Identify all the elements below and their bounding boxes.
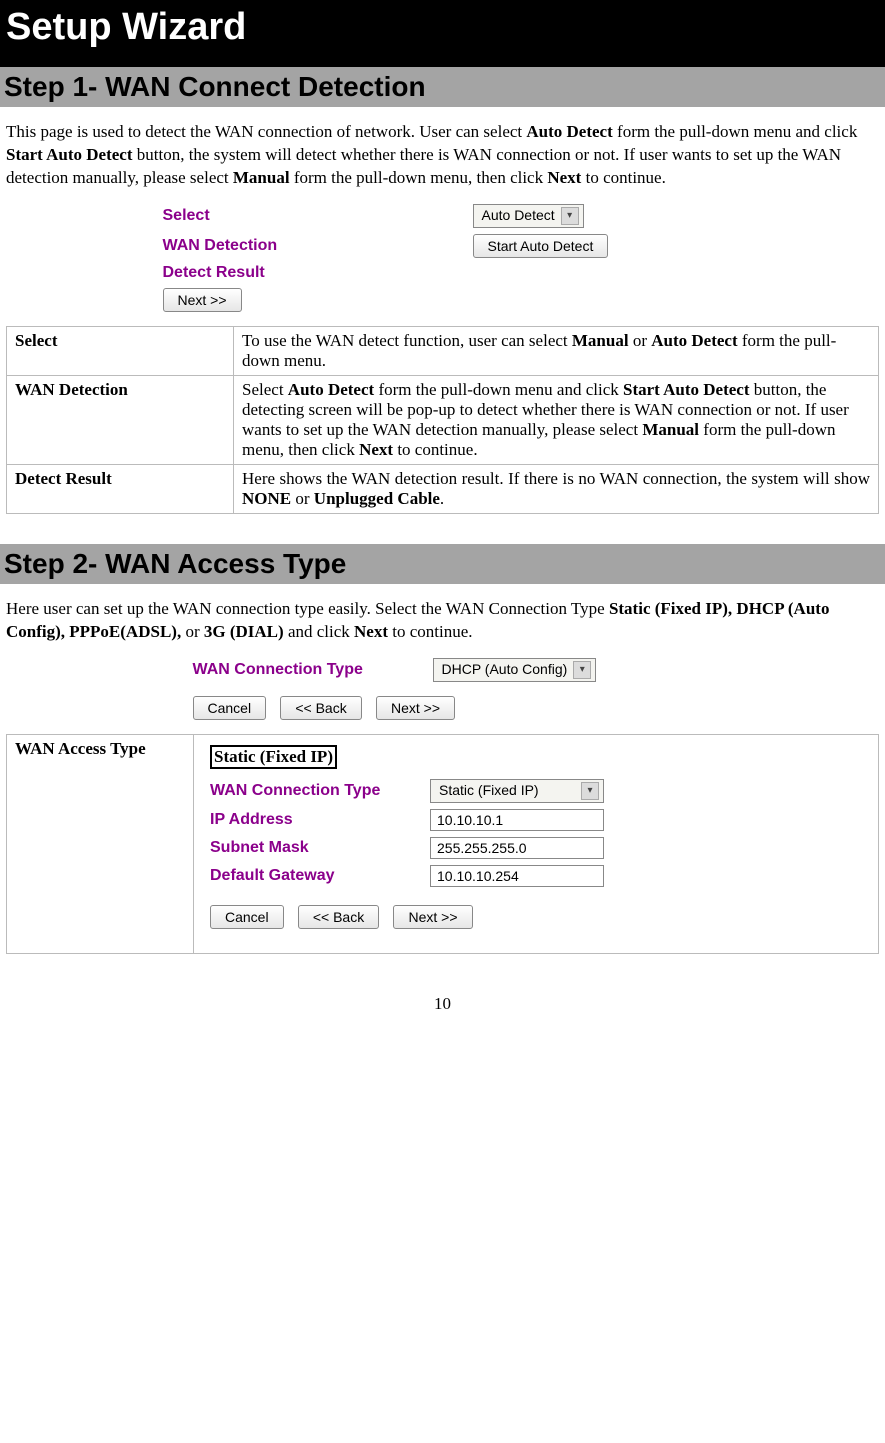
page-number: 10	[6, 994, 879, 1014]
cancel-button[interactable]: Cancel	[193, 696, 267, 720]
table-row-desc: To use the WAN detect function, user can…	[234, 326, 879, 375]
table-row-label: Detect Result	[7, 464, 234, 513]
step1-heading: Step 1- WAN Connect Detection	[0, 67, 885, 107]
wan-conn-type-select[interactable]: Static (Fixed IP) ▾	[430, 779, 604, 803]
chevron-down-icon: ▾	[561, 207, 579, 225]
chevron-down-icon: ▾	[573, 661, 591, 679]
back-button[interactable]: << Back	[280, 696, 361, 720]
default-gateway-input[interactable]: 10.10.10.254	[430, 865, 604, 887]
start-auto-detect-button[interactable]: Start Auto Detect	[473, 234, 609, 258]
step1-description: This page is used to detect the WAN conn…	[6, 121, 879, 190]
next-button[interactable]: Next >>	[376, 696, 455, 720]
subnet-mask-input[interactable]: 255.255.255.0	[430, 837, 604, 859]
wan-detection-label: WAN Detection	[163, 237, 473, 255]
next-button[interactable]: Next >>	[393, 905, 472, 929]
table-row-label: Select	[7, 326, 234, 375]
page-title: Setup Wizard	[0, 0, 885, 67]
ip-address-label: IP Address	[210, 811, 430, 829]
wan-conn-type-label: WAN Connection Type	[210, 782, 430, 800]
table-row-desc: Select Auto Detect form the pull-down me…	[234, 375, 879, 464]
wan-conn-type-label: WAN Connection Type	[193, 661, 433, 679]
table-row-label: WAN Detection	[7, 375, 234, 464]
step2-description-table: WAN Access Type Static (Fixed IP) WAN Co…	[6, 734, 879, 954]
subnet-mask-label: Subnet Mask	[210, 839, 430, 857]
detect-result-label: Detect Result	[163, 264, 473, 282]
step2-description: Here user can set up the WAN connection …	[6, 598, 879, 644]
step1-description-table: Select To use the WAN detect function, u…	[6, 326, 879, 514]
default-gateway-label: Default Gateway	[210, 867, 430, 885]
static-ip-box-label: Static (Fixed IP)	[210, 745, 337, 769]
cancel-button[interactable]: Cancel	[210, 905, 284, 929]
table-row-label: WAN Access Type	[7, 734, 194, 953]
step2-ui-panel: WAN Connection Type DHCP (Auto Config) ▾…	[193, 658, 693, 720]
step1-ui-panel: Select Auto Detect ▾ WAN Detection Start…	[163, 204, 723, 312]
chevron-down-icon: ▾	[581, 782, 599, 800]
ip-address-input[interactable]: 10.10.10.1	[430, 809, 604, 831]
back-button[interactable]: << Back	[298, 905, 379, 929]
wan-conn-type-select[interactable]: DHCP (Auto Config) ▾	[433, 658, 597, 682]
next-button[interactable]: Next >>	[163, 288, 242, 312]
detect-mode-select[interactable]: Auto Detect ▾	[473, 204, 584, 228]
table-row-desc: Here shows the WAN detection result. If …	[234, 464, 879, 513]
step2-heading: Step 2- WAN Access Type	[0, 544, 885, 584]
select-label: Select	[163, 207, 473, 225]
table-row-desc: Static (Fixed IP) WAN Connection Type St…	[194, 734, 879, 953]
